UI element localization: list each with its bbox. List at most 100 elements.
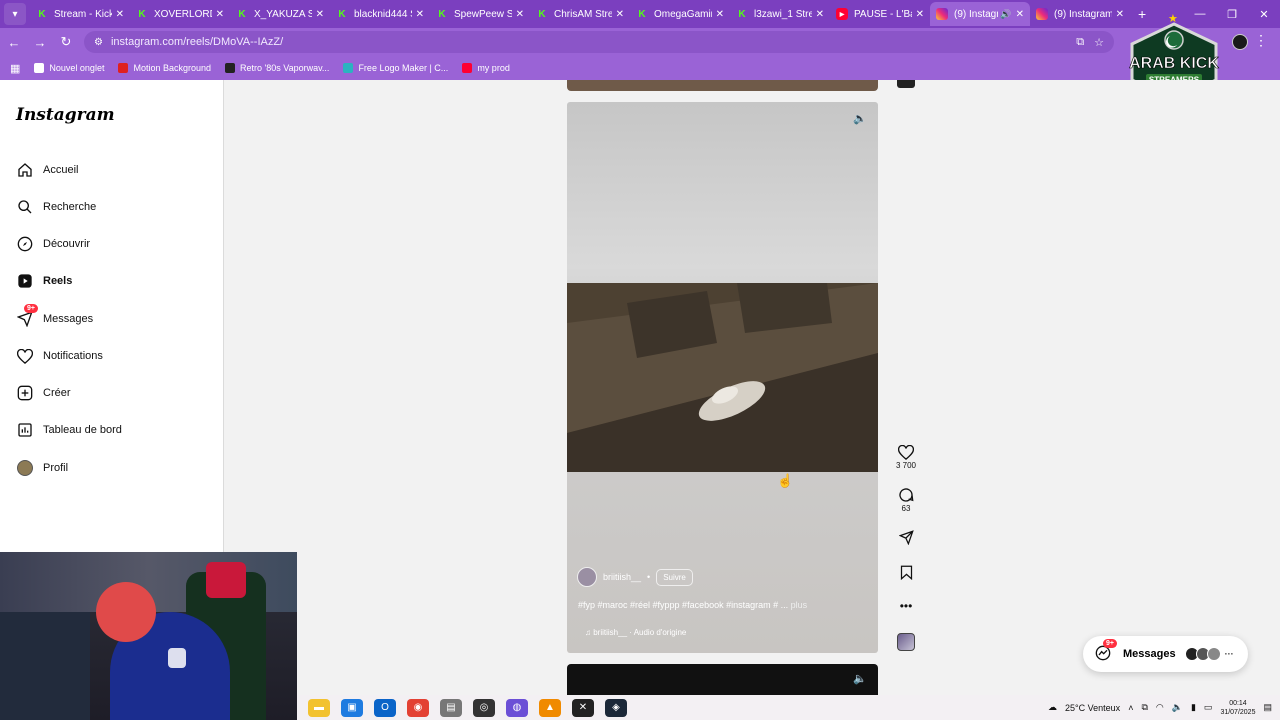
tab-close-icon[interactable]: ✕: [916, 9, 924, 20]
bookmark-item[interactable]: Free Logo Maker | C...: [343, 63, 448, 73]
weather-text[interactable]: 25°C Venteux: [1065, 703, 1120, 713]
browser-tab[interactable]: Kl3zawi_1 Strea ✕: [730, 2, 830, 26]
reload-button[interactable]: ↻: [54, 34, 78, 50]
previous-reel-audio-thumb[interactable]: [897, 80, 915, 88]
tab-close-icon[interactable]: ✕: [616, 9, 624, 20]
author-name[interactable]: briitiish__: [603, 572, 641, 582]
send-icon[interactable]: [893, 528, 919, 546]
caption-text: #fyp #maroc #réel #fyppp #facebook #inst…: [578, 600, 789, 610]
sidebar-item-messenger[interactable]: 9+ Messages: [16, 304, 93, 331]
tab-title: l3zawi_1 Strea: [754, 8, 812, 20]
browser-menu-icon[interactable]: ⋮: [1254, 32, 1268, 49]
tab-close-icon[interactable]: ✕: [816, 9, 824, 20]
bookmark-icon[interactable]: [893, 563, 919, 581]
follow-button[interactable]: Suivre: [656, 568, 693, 586]
browser-tab[interactable]: (9) Instagram ✕: [1030, 2, 1130, 26]
tray-chevron-icon[interactable]: ˄: [1128, 703, 1133, 713]
caption-more-link[interactable]: plus: [791, 600, 808, 610]
sidebar-item-home[interactable]: Accueil: [16, 158, 78, 182]
reel-video-frame[interactable]: [567, 283, 878, 472]
network-icon[interactable]: ▭: [1204, 702, 1213, 713]
notifications-icon[interactable]: ▤: [1263, 702, 1272, 713]
volume-icon[interactable]: 🔈: [852, 112, 868, 128]
sidebar-item-avatar[interactable]: Profil: [16, 456, 68, 480]
sidebar-item-plus-square[interactable]: Créer: [16, 381, 71, 405]
new-tab-button[interactable]: +: [1138, 6, 1146, 22]
browser-tab[interactable]: (9) Instagra🔊 ✕: [930, 2, 1030, 26]
vlc-icon[interactable]: ▲: [539, 698, 561, 717]
comment-icon[interactable]: [893, 486, 919, 504]
store-icon[interactable]: ▣: [341, 698, 363, 717]
reel-audio[interactable]: ♫ briitiish__ · Audio d'origine: [585, 628, 686, 637]
bookmark-item[interactable]: Motion Background: [118, 63, 211, 73]
tab-audio-icon[interactable]: 🔊: [1000, 9, 1011, 20]
forward-button[interactable]: →: [28, 35, 52, 50]
bookmark-label: Motion Background: [133, 63, 211, 73]
youtube-icon: ▶: [836, 8, 848, 20]
discord-icon[interactable]: ◍: [506, 698, 528, 717]
mic-icon[interactable]: ▮: [1191, 702, 1196, 713]
browser-tab[interactable]: K Stream - Kick ✕: [30, 2, 130, 26]
browser-tab[interactable]: Kblacknid444 St ✕: [330, 2, 430, 26]
speaker-icon[interactable]: 🔈: [1172, 702, 1183, 713]
wifi-icon[interactable]: ◠: [1156, 702, 1164, 713]
capcut-icon[interactable]: ✕: [572, 698, 594, 717]
browser-tab[interactable]: K ChrisAM Strea ✕: [530, 2, 630, 26]
sidebar-item-search[interactable]: Recherche: [16, 195, 96, 219]
audio-thumbnail[interactable]: [897, 633, 915, 651]
sidebar-item-heart[interactable]: Notifications: [16, 344, 103, 368]
tab-close-icon[interactable]: ✕: [1116, 9, 1124, 20]
sidebar-item-dashboard[interactable]: Tableau de bord: [16, 418, 122, 442]
audio-label: briitiish__ · Audio d'origine: [593, 628, 687, 637]
close-window-button[interactable]: ✕: [1248, 8, 1280, 21]
more-action: •••: [893, 597, 919, 615]
site-info-icon[interactable]: ⚙: [94, 37, 103, 48]
tray-app-icon[interactable]: ⧉: [1141, 702, 1147, 713]
bookmark-item[interactable]: Nouvel onglet: [34, 63, 104, 73]
steam-icon[interactable]: ◈: [605, 698, 627, 717]
browser-tab[interactable]: K OmegaGaming ✕: [630, 2, 730, 26]
instagram-icon: [1036, 8, 1048, 20]
browser-tab[interactable]: K XOVERLORD St ✕: [130, 2, 230, 26]
tab-close-icon[interactable]: ✕: [316, 9, 324, 20]
messages-pill[interactable]: 9+ Messages ···: [1083, 636, 1248, 672]
minimize-button[interactable]: —: [1184, 8, 1216, 20]
browser-tab[interactable]: K X_YAKUZA Str ✕: [230, 2, 330, 26]
instagram-logo[interactable]: Instagram: [16, 105, 115, 125]
install-app-icon[interactable]: ⧉: [1076, 36, 1084, 49]
tab-title: Stream - Kick: [54, 8, 112, 20]
next-reel-card[interactable]: 🔈: [567, 664, 878, 695]
tab-close-icon[interactable]: ✕: [116, 9, 124, 20]
reel-card[interactable]: 🔈 briitiish__ • Suivre #fyp #maroc #réel…: [567, 102, 878, 653]
sidebar-item-reels[interactable]: Reels: [16, 269, 72, 293]
obs-icon[interactable]: ◎: [473, 698, 495, 717]
app-icon[interactable]: ▤: [440, 698, 462, 717]
next-reel-volume-icon[interactable]: 🔈: [852, 672, 868, 688]
restore-button[interactable]: ❐: [1216, 8, 1248, 21]
apps-grid-icon[interactable]: ▦: [10, 62, 20, 75]
author-avatar[interactable]: [577, 567, 597, 587]
tab-close-icon[interactable]: ✕: [516, 9, 524, 20]
previous-reel-edge[interactable]: [567, 80, 878, 91]
browser-tab[interactable]: ▶ PAUSE - L'Baye ✕: [830, 2, 930, 26]
heart-icon[interactable]: [893, 443, 919, 461]
tab-close-icon[interactable]: ✕: [416, 9, 424, 20]
bookmark-item[interactable]: my prod: [462, 63, 510, 73]
more-options-icon[interactable]: •••: [893, 597, 919, 615]
tab-search-button[interactable]: ▾: [4, 3, 26, 25]
tab-close-icon[interactable]: ✕: [216, 9, 224, 20]
chrome-icon[interactable]: ◉: [407, 698, 429, 717]
logo-line1: ARAB KICK: [1129, 55, 1219, 72]
clock[interactable]: 00:14 31/07/2025: [1220, 699, 1255, 717]
tab-close-icon[interactable]: ✕: [1016, 9, 1024, 20]
back-button[interactable]: ←: [2, 35, 26, 50]
tab-close-icon[interactable]: ✕: [716, 9, 724, 20]
bookmark-item[interactable]: Retro '80s Vaporwav...: [225, 63, 329, 73]
bookmark-star-icon[interactable]: ☆: [1094, 36, 1104, 49]
url-omnibox[interactable]: ⚙ instagram.com/reels/DMoVA--IAzZ/ ⧉ ☆: [84, 31, 1114, 53]
sidebar-item-compass[interactable]: Découvrir: [16, 232, 90, 256]
outlook-icon[interactable]: O: [374, 698, 396, 717]
browser-profile-avatar[interactable]: [1232, 34, 1248, 50]
file-explorer-icon[interactable]: ▬: [308, 698, 330, 717]
browser-tab[interactable]: K SpewPeew Stre ✕: [430, 2, 530, 26]
